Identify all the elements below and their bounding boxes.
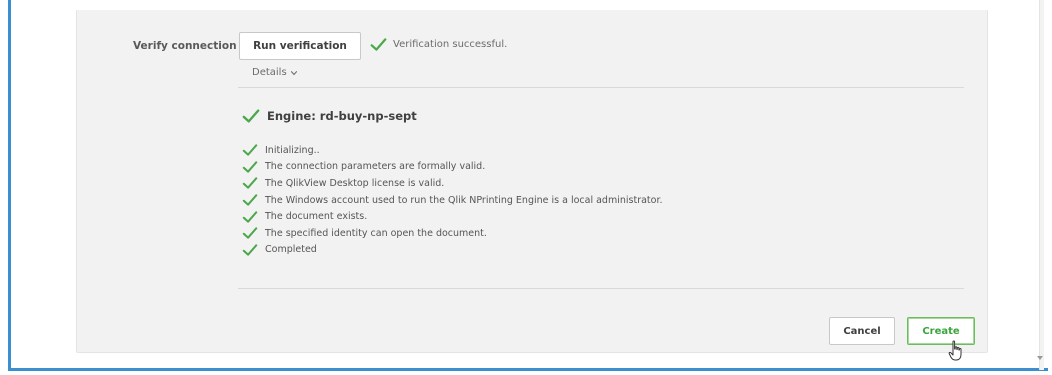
window-left-border	[8, 0, 11, 370]
step-text: The Windows account used to run the Qlik…	[265, 194, 663, 206]
chevron-down-icon	[290, 69, 298, 77]
list-item: The Windows account used to run the Qlik…	[242, 192, 663, 209]
list-item: The document exists.	[242, 208, 663, 225]
verification-steps-list: Initializing.. The connection parameters…	[242, 142, 663, 258]
details-toggle-label: Details	[252, 67, 287, 78]
engine-title: Engine: rd-buy-np-sept	[267, 109, 417, 123]
scroll-down-arrow-icon[interactable]	[1037, 356, 1043, 360]
check-icon	[242, 176, 258, 190]
list-item: Initializing..	[242, 142, 663, 159]
check-icon	[242, 160, 258, 174]
verification-status-text: Verification successful.	[393, 39, 508, 50]
cancel-button[interactable]: Cancel	[829, 317, 895, 345]
check-icon	[242, 143, 258, 157]
details-toggle[interactable]: Details	[252, 67, 298, 78]
mouse-pointer-icon	[948, 340, 964, 362]
list-item: Completed	[242, 242, 663, 259]
scrollbar-track[interactable]	[1039, 0, 1044, 370]
create-button[interactable]: Create	[907, 317, 975, 345]
connection-form-panel: Verify connection Run verification Verif…	[76, 10, 988, 353]
list-item: The QlikView Desktop license is valid.	[242, 175, 663, 192]
details-top-divider	[238, 87, 964, 88]
engine-result-heading: Engine: rd-buy-np-sept	[242, 107, 417, 125]
screenshot-frame: Verify connection Run verification Verif…	[0, 0, 1052, 375]
verify-connection-label: Verify connection	[133, 40, 237, 52]
verification-status: Verification successful.	[370, 36, 507, 53]
step-text: The connection parameters are formally v…	[265, 161, 486, 173]
list-item: The specified identity can open the docu…	[242, 225, 663, 242]
check-icon	[242, 107, 260, 125]
window-bottom-border	[8, 368, 1048, 371]
step-text: Completed	[265, 244, 317, 256]
check-icon	[242, 226, 258, 240]
step-text: Initializing..	[265, 144, 320, 156]
check-icon	[370, 36, 387, 53]
details-bottom-divider	[238, 288, 964, 289]
step-text: The specified identity can open the docu…	[265, 227, 487, 239]
check-icon	[242, 243, 258, 257]
step-text: The document exists.	[265, 211, 368, 223]
check-icon	[242, 210, 258, 224]
check-icon	[242, 193, 258, 207]
step-text: The QlikView Desktop license is valid.	[265, 177, 445, 189]
list-item: The connection parameters are formally v…	[242, 159, 663, 176]
run-verification-button[interactable]: Run verification	[239, 32, 361, 60]
